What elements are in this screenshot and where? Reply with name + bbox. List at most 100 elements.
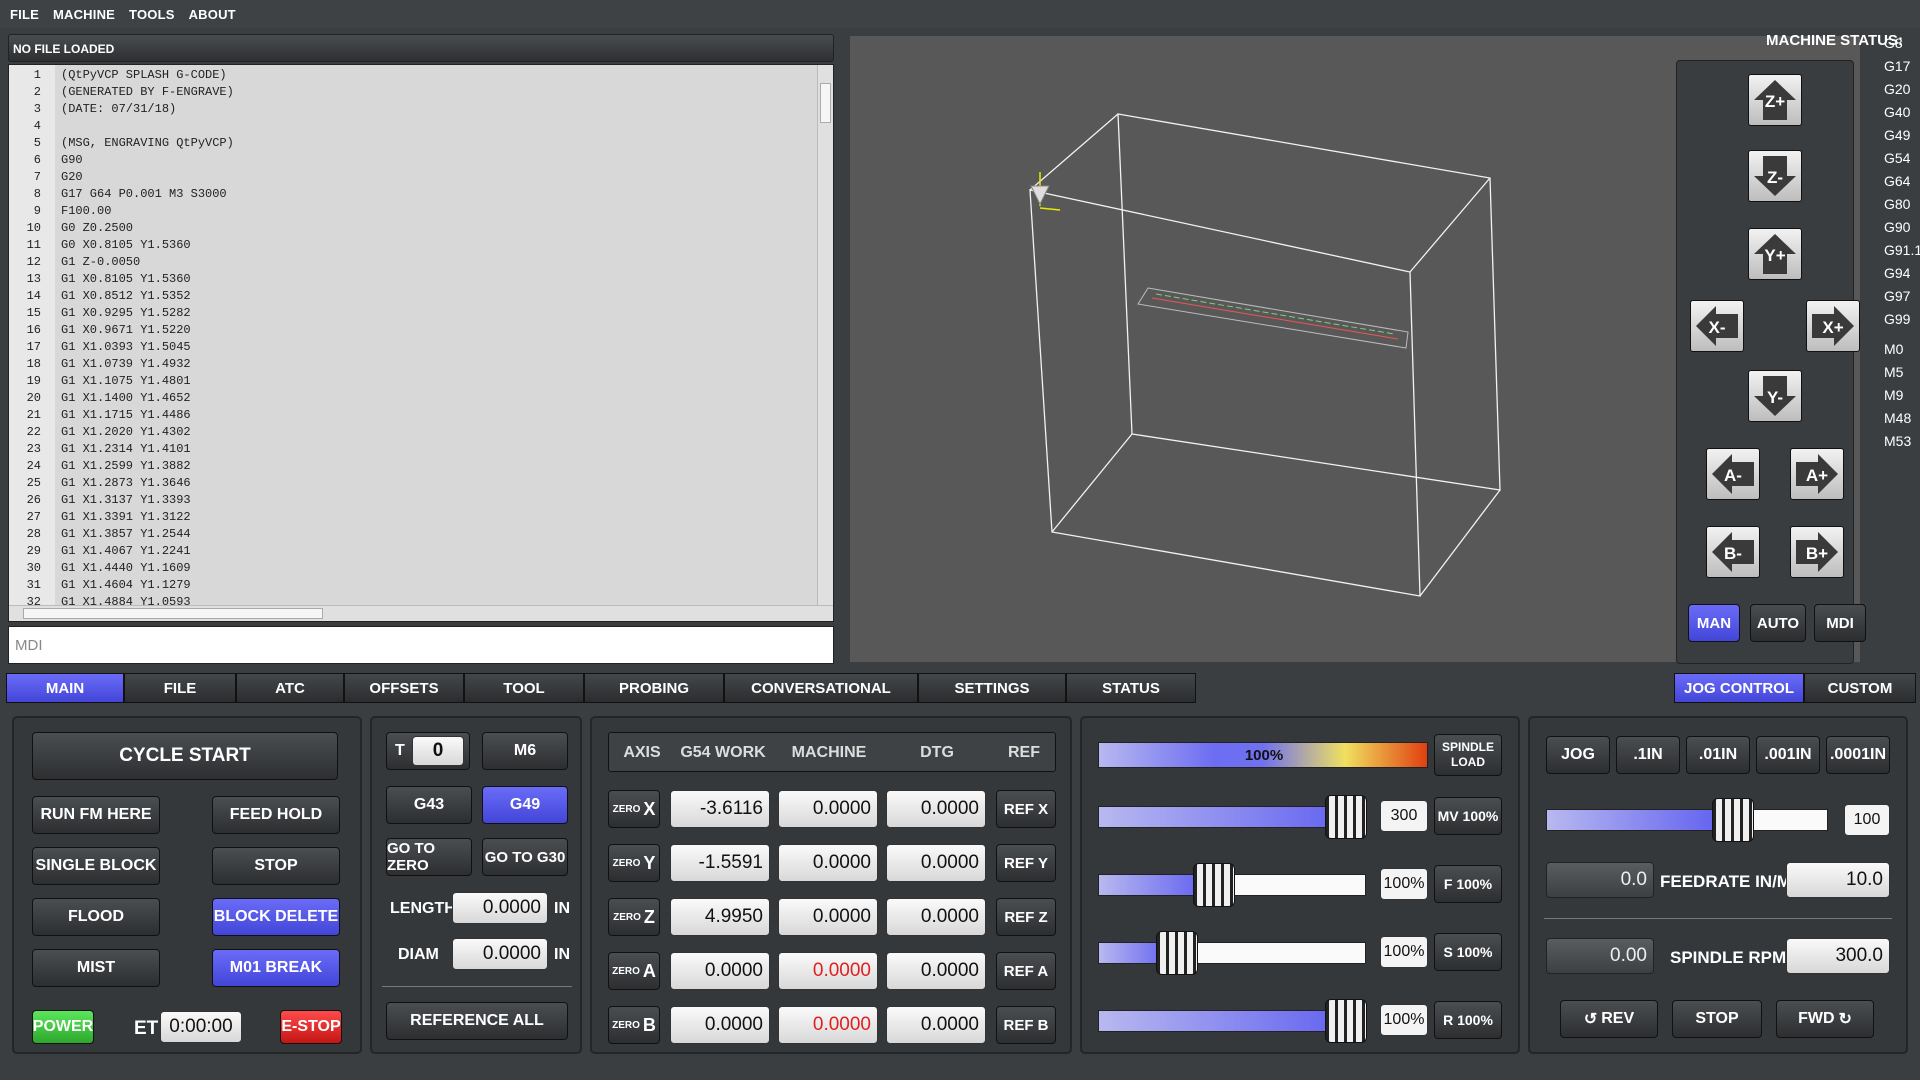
- tab-jog-control[interactable]: JOG CONTROL: [1674, 673, 1804, 703]
- jog-speed-slider[interactable]: [1546, 798, 1828, 842]
- jog-increment-0.001-button[interactable]: .001IN: [1756, 736, 1820, 774]
- ref-y-button[interactable]: REF Y: [996, 844, 1056, 882]
- jog-increment-0.1-button[interactable]: .1IN: [1616, 736, 1680, 774]
- tab-offsets[interactable]: OFFSETS: [344, 673, 464, 703]
- max-velocity-override-slider[interactable]: [1098, 795, 1367, 839]
- rapid-override-value: 100%: [1380, 1004, 1428, 1036]
- x-plus-jog-button[interactable]: X+: [1806, 300, 1860, 352]
- ref-x-button[interactable]: REF X: [996, 790, 1056, 828]
- max-velocity-reset-button[interactable]: MV 100%: [1434, 797, 1502, 835]
- a-minus-jog-button[interactable]: A-: [1706, 448, 1760, 500]
- machine-position-z: 0.0000: [778, 898, 878, 936]
- spindle-override-handle[interactable]: [1155, 931, 1198, 975]
- tab-probing[interactable]: PROBING: [584, 673, 724, 703]
- rapid-reset-button[interactable]: R 100%: [1434, 1001, 1502, 1039]
- single-block-button[interactable]: SINGLE BLOCK: [32, 847, 160, 885]
- jog-continuous-button[interactable]: JOG: [1546, 736, 1610, 774]
- spindle-stop-button[interactable]: STOP: [1672, 1000, 1762, 1038]
- m01-break-button[interactable]: M01 BREAK: [212, 949, 340, 987]
- divider: [382, 986, 572, 987]
- zero-b-button[interactable]: ZERO B: [608, 1006, 660, 1044]
- feedrate-input[interactable]: 10.0: [1786, 862, 1890, 898]
- feed-override-slider[interactable]: [1098, 863, 1366, 907]
- g43-button[interactable]: G43: [386, 786, 472, 824]
- menu-about[interactable]: ABOUT: [189, 7, 236, 22]
- gcode-item: G54: [1884, 150, 1911, 166]
- z-plus-jog-button[interactable]: Z+: [1748, 74, 1802, 126]
- spindle-override-slider[interactable]: [1098, 931, 1366, 975]
- tab-atc[interactable]: ATC: [236, 673, 344, 703]
- mode-man-button[interactable]: MAN: [1688, 604, 1740, 642]
- rapid-override-handle[interactable]: [1325, 999, 1367, 1043]
- tab-tool[interactable]: TOOL: [464, 673, 584, 703]
- tab-settings[interactable]: SETTINGS: [918, 673, 1066, 703]
- mist-button[interactable]: MIST: [32, 949, 160, 987]
- spindle-rpm-input[interactable]: 300.0: [1786, 938, 1890, 974]
- zero-x-button[interactable]: ZERO X: [608, 790, 660, 828]
- jog-speed-handle[interactable]: [1712, 798, 1755, 842]
- feed-override-handle[interactable]: [1193, 863, 1236, 907]
- zero-y-button[interactable]: ZERO Y: [608, 844, 660, 882]
- dtg-z: 0.0000: [886, 898, 986, 936]
- y-minus-jog-button[interactable]: Y-: [1748, 370, 1802, 422]
- tab-main[interactable]: MAIN: [6, 673, 124, 703]
- jog-increment-0.0001-button[interactable]: .0001IN: [1826, 736, 1890, 774]
- power-button[interactable]: POWER: [32, 1010, 94, 1044]
- main-tab-bar: MAIN FILE ATC OFFSETS TOOL PROBING CONVE…: [6, 673, 1196, 703]
- vertical-scrollbar[interactable]: [817, 65, 833, 605]
- spindle-forward-button[interactable]: FWD ↻: [1776, 1000, 1874, 1038]
- a-plus-jog-button[interactable]: A+: [1790, 448, 1844, 500]
- tab-file[interactable]: FILE: [124, 673, 236, 703]
- tab-conversational[interactable]: CONVERSATIONAL: [724, 673, 918, 703]
- code-line: 22 G1 X1.2020 Y1.4302: [9, 425, 191, 442]
- jog-increment-0.01-button[interactable]: .01IN: [1686, 736, 1750, 774]
- y-plus-jog-button[interactable]: Y+: [1748, 228, 1802, 280]
- mode-mdi-button[interactable]: MDI: [1814, 604, 1866, 642]
- go-to-g30-button[interactable]: GO TO G30: [482, 838, 568, 876]
- g49-button[interactable]: G49: [482, 786, 568, 824]
- feed-reset-button[interactable]: F 100%: [1434, 865, 1502, 903]
- tab-custom[interactable]: CUSTOM: [1804, 673, 1916, 703]
- m6-button[interactable]: M6: [482, 732, 568, 770]
- menu-tools[interactable]: TOOLS: [129, 7, 175, 22]
- horizontal-scrollbar[interactable]: [9, 605, 833, 621]
- block-delete-button[interactable]: BLOCK DELETE: [212, 898, 340, 936]
- mdi-input[interactable]: MDI: [8, 626, 834, 664]
- zero-label: ZERO: [612, 965, 640, 977]
- cycle-start-button[interactable]: CYCLE START: [32, 732, 338, 780]
- feed-hold-button[interactable]: FEED HOLD: [212, 796, 340, 834]
- tab-status[interactable]: STATUS: [1066, 673, 1196, 703]
- max-velocity-override-handle[interactable]: [1325, 795, 1367, 839]
- line-number: 3: [33, 102, 41, 116]
- menu-file[interactable]: FILE: [10, 7, 39, 22]
- ref-a-button[interactable]: REF A: [996, 952, 1056, 990]
- b-plus-jog-button[interactable]: B+: [1790, 526, 1844, 578]
- line-number: 22: [26, 425, 41, 439]
- jog-speed-fill: [1547, 810, 1732, 830]
- reference-all-button[interactable]: REFERENCE ALL: [386, 1002, 568, 1040]
- ref-z-button[interactable]: REF Z: [996, 898, 1056, 936]
- spindle-reverse-button[interactable]: ↺ REV: [1560, 1000, 1658, 1038]
- spindle-forward-label: FWD: [1798, 1010, 1835, 1027]
- zero-z-button[interactable]: ZERO Z: [608, 898, 660, 936]
- ref-b-button[interactable]: REF B: [996, 1006, 1056, 1044]
- stop-button[interactable]: STOP: [212, 847, 340, 885]
- flood-button[interactable]: FLOOD: [32, 898, 160, 936]
- machine-status-title: MACHINE STATUS:: [1766, 32, 1903, 49]
- axis-letter: X: [643, 798, 656, 819]
- zero-a-button[interactable]: ZERO A: [608, 952, 660, 990]
- z-minus-jog-button[interactable]: Z-: [1748, 150, 1802, 202]
- go-to-zero-button[interactable]: GO TO ZERO: [386, 838, 472, 876]
- run-from-here-button[interactable]: RUN FM HERE: [32, 796, 160, 834]
- spindle-reset-button[interactable]: S 100%: [1434, 933, 1502, 971]
- scroll-thumb[interactable]: [820, 83, 831, 123]
- menu-machine[interactable]: MACHINE: [53, 7, 115, 22]
- tool-number-input[interactable]: 0: [412, 736, 464, 766]
- scroll-thumb-horizontal[interactable]: [23, 608, 323, 619]
- mode-auto-button[interactable]: AUTO: [1750, 604, 1806, 642]
- b-minus-jog-button[interactable]: B-: [1706, 526, 1760, 578]
- rapid-override-slider[interactable]: [1098, 999, 1367, 1043]
- gcode-editor[interactable]: 1 (QtPyVCP SPLASH G-CODE) 2 (GENERATED BY F…: [8, 64, 834, 622]
- x-minus-jog-button[interactable]: X-: [1690, 300, 1744, 352]
- estop-button[interactable]: E-STOP: [280, 1010, 342, 1044]
